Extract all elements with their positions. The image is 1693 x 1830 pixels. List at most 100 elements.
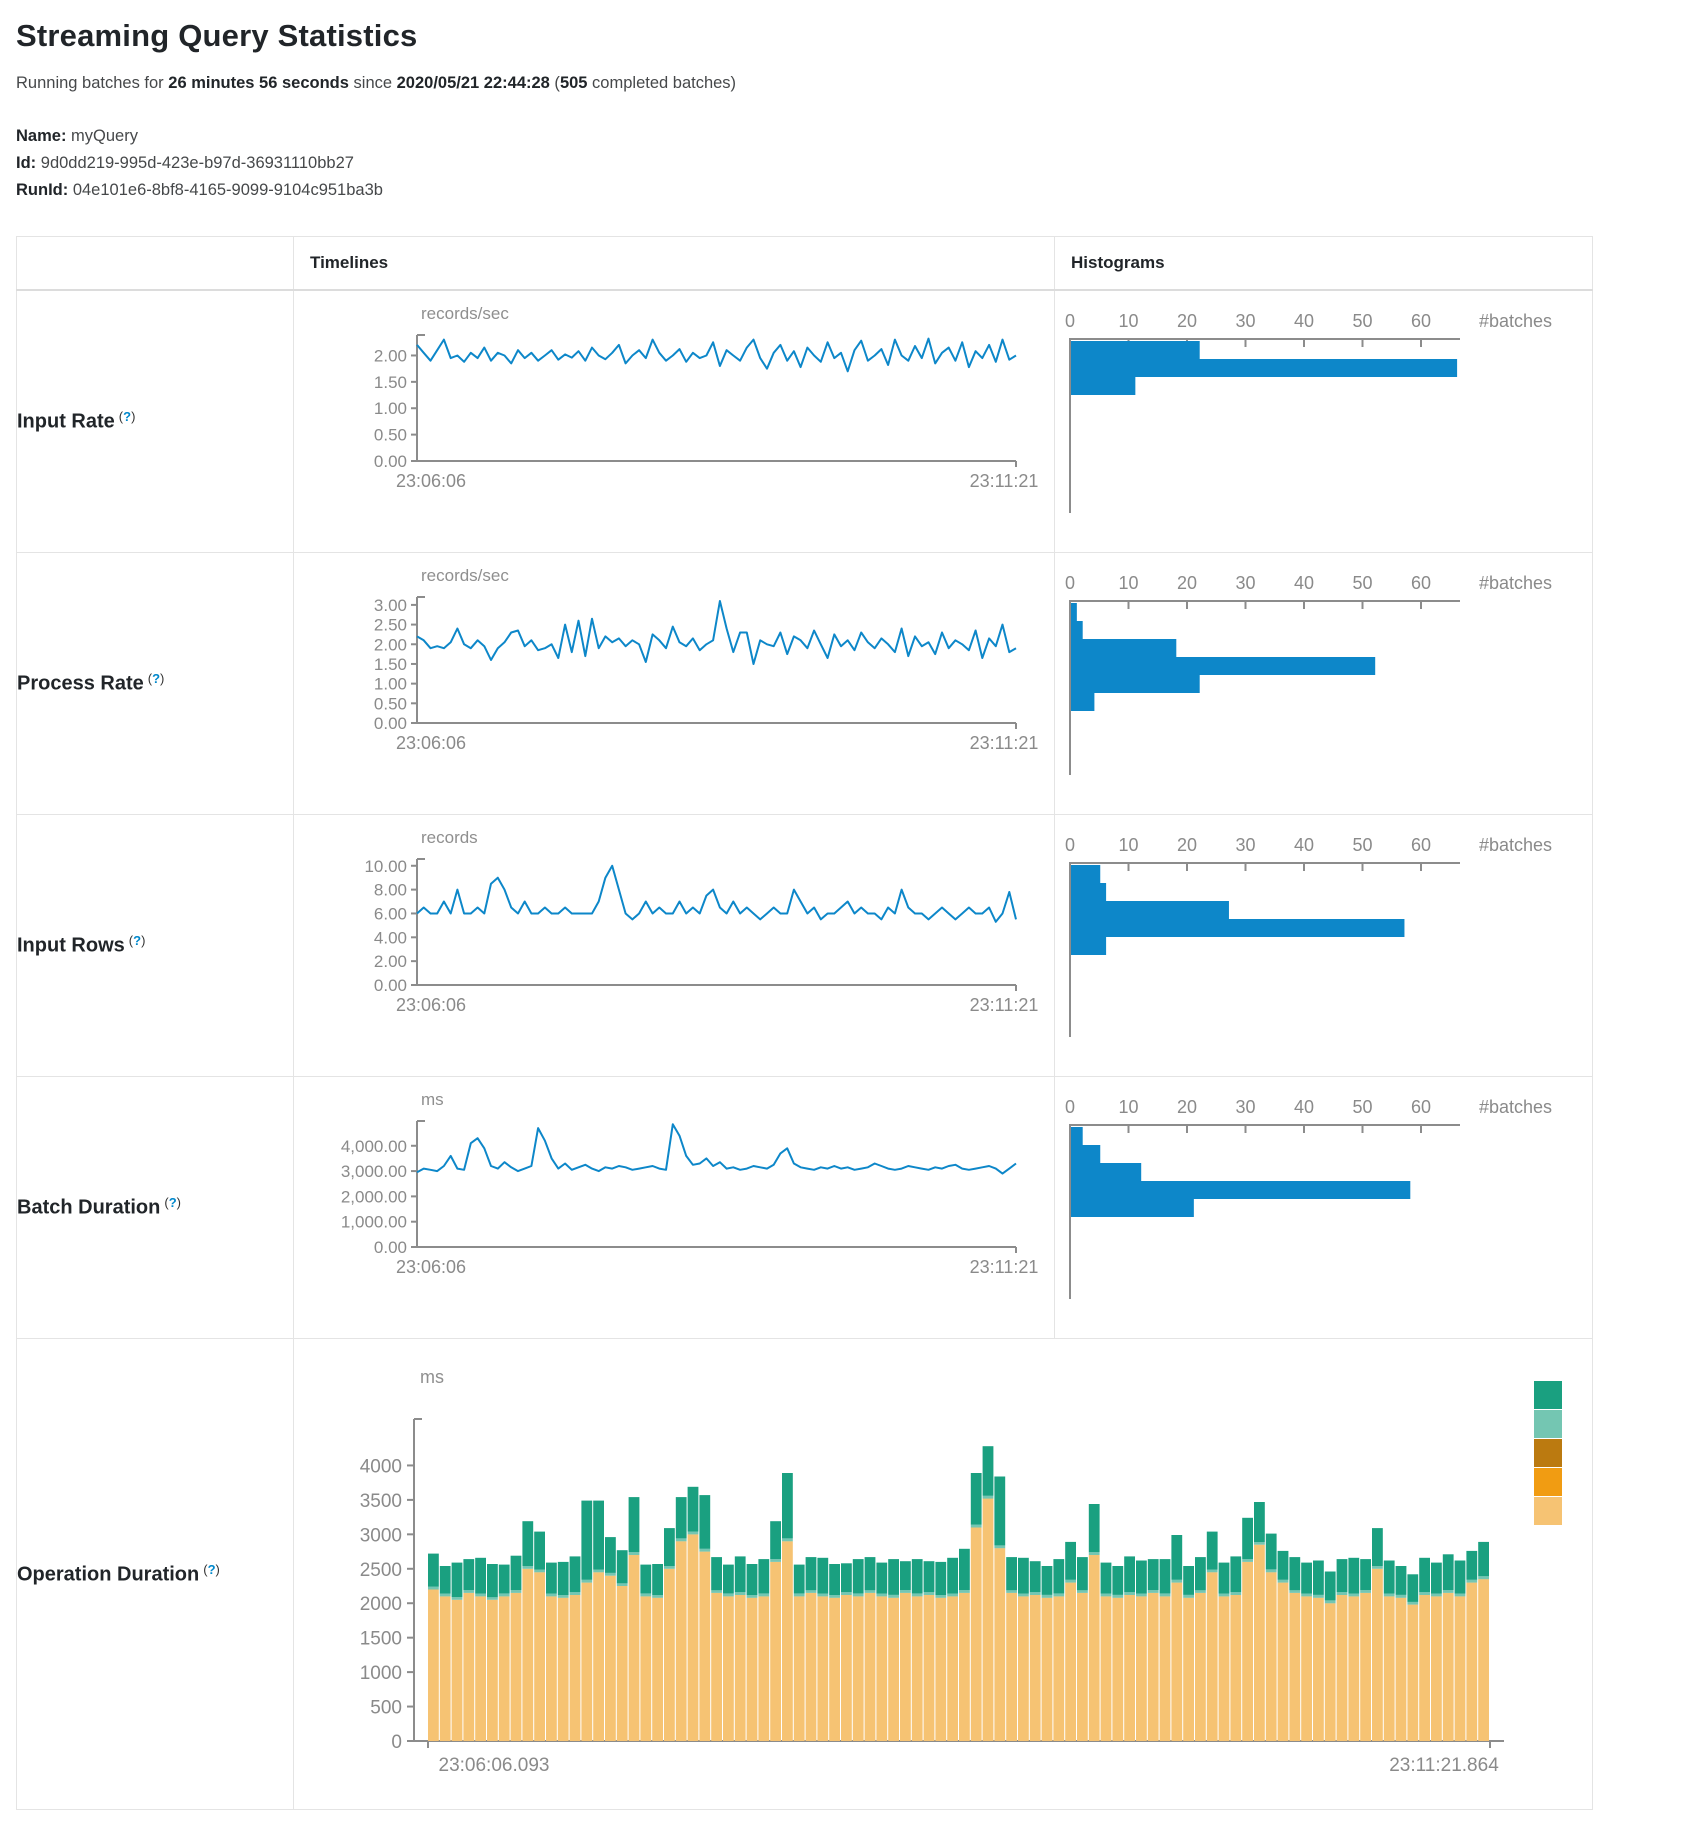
op-bar-segment [1360, 1590, 1371, 1593]
op-bar-segment [1112, 1566, 1123, 1595]
svg-text:10: 10 [1118, 1097, 1138, 1117]
op-bar-segment [888, 1559, 899, 1595]
op-bar-segment [463, 1593, 474, 1741]
op-bar-segment [1207, 1570, 1218, 1573]
svg-text:2500: 2500 [360, 1560, 402, 1581]
op-bar-segment [935, 1595, 946, 1598]
op-bar-segment [1455, 1596, 1466, 1741]
op-bar-segment [558, 1562, 569, 1595]
svg-text:2.00: 2.00 [374, 952, 407, 971]
op-bar-segment [1407, 1574, 1418, 1602]
op-bar-segment [1148, 1559, 1159, 1590]
op-bar-segment [758, 1594, 769, 1597]
op-bar-segment [1207, 1572, 1218, 1741]
svg-text:30: 30 [1235, 1097, 1255, 1117]
metric-row: Input Rate(?) records/sec0.000.501.001.5… [17, 290, 1593, 553]
op-bar-segment [876, 1594, 887, 1597]
op-bar-segment [688, 1532, 699, 1535]
histogram-chart: 0102030405060#batches [1055, 815, 1591, 1074]
timeline-chart: records/sec0.000.501.001.502.002.503.002… [294, 553, 1053, 812]
op-bar-segment [1207, 1532, 1218, 1570]
op-bar-segment [723, 1565, 734, 1594]
op-bar-segment [1136, 1594, 1147, 1597]
op-bar-segment [1219, 1596, 1230, 1741]
metric-label-cell: Input Rows(?) [17, 815, 294, 1077]
op-bar-segment [1466, 1583, 1477, 1741]
op-bar-segment [581, 1501, 592, 1580]
svg-text:500: 500 [370, 1698, 402, 1719]
help-tooltip-trigger[interactable]: (?) [119, 409, 136, 424]
op-bar-segment [605, 1573, 616, 1576]
histogram-cell: 0102030405060#batches [1055, 553, 1593, 815]
svg-text:10.00: 10.00 [364, 857, 407, 876]
metric-label-cell: Process Rate(?) [17, 553, 294, 815]
question-mark-icon: ? [123, 409, 131, 424]
metric-row: Process Rate(?) records/sec0.000.501.001… [17, 553, 1593, 815]
op-bar-segment [1301, 1563, 1312, 1594]
op-bar-segment [1171, 1580, 1182, 1583]
op-bar-segment [1160, 1594, 1171, 1597]
op-bar-segment [1089, 1552, 1100, 1555]
op-bar-segment [1313, 1595, 1324, 1598]
help-tooltip-trigger[interactable]: (?) [164, 1195, 181, 1210]
op-bar-segment [876, 1596, 887, 1741]
op-bar-segment [1053, 1596, 1064, 1741]
op-bar-segment [1124, 1592, 1135, 1595]
svg-text:40: 40 [1294, 1097, 1314, 1117]
op-bar-segment [1171, 1583, 1182, 1741]
question-mark-icon: ? [133, 933, 141, 948]
svg-text:20: 20 [1177, 835, 1197, 855]
timeline-cell: records0.002.004.006.008.0010.0023:06:06… [294, 815, 1055, 1077]
op-bar-segment [853, 1559, 864, 1593]
operation-duration-row: Operation Duration(?) ms0500100015002000… [17, 1339, 1593, 1810]
op-bar-segment [1348, 1594, 1359, 1597]
op-bar-segment [1030, 1595, 1041, 1741]
op-bar-segment [1372, 1566, 1383, 1569]
op-bar-segment [1230, 1592, 1241, 1595]
op-bar-segment [983, 1499, 994, 1742]
op-bar-segment [900, 1593, 911, 1741]
op-bar-segment [652, 1564, 663, 1595]
op-bar-segment [1325, 1572, 1336, 1601]
help-tooltip-trigger[interactable]: (?) [203, 1562, 220, 1577]
query-id-label: Id: [16, 154, 36, 172]
op-bar-segment [994, 1477, 1005, 1546]
completed-batches-count: 505 [560, 74, 588, 92]
op-bar-segment [629, 1497, 640, 1552]
op-bar-segment [1431, 1563, 1442, 1594]
svg-text:records/sec: records/sec [421, 304, 509, 323]
op-bar-segment [652, 1595, 663, 1598]
op-bar-segment [699, 1495, 710, 1549]
op-bar-segment [1018, 1558, 1029, 1594]
op-bar-segment [770, 1562, 781, 1741]
svg-text:3,000.00: 3,000.00 [341, 1162, 407, 1181]
op-bar-segment [1089, 1504, 1100, 1552]
op-bar-segment [794, 1596, 805, 1741]
op-bar-segment [959, 1593, 970, 1741]
op-bar-segment [758, 1596, 769, 1741]
help-tooltip-trigger[interactable]: (?) [129, 933, 146, 948]
op-bar-segment [581, 1580, 592, 1583]
op-bar-segment [947, 1594, 958, 1597]
op-bar-segment [1006, 1593, 1017, 1741]
op-bar-segment [1431, 1596, 1442, 1741]
op-bar-segment [758, 1559, 769, 1593]
op-bar-segment [593, 1570, 604, 1573]
op-bar-segment [428, 1587, 439, 1590]
op-bar-segment [1230, 1556, 1241, 1592]
op-bar-segment [452, 1597, 463, 1600]
svg-text:records/sec: records/sec [421, 566, 509, 585]
op-bar-segment [1372, 1569, 1383, 1741]
op-bar-segment [1254, 1542, 1265, 1545]
svg-text:0.50: 0.50 [374, 426, 407, 445]
svg-text:1.50: 1.50 [374, 373, 407, 392]
op-bar-segment [782, 1473, 793, 1538]
svg-text:40: 40 [1294, 835, 1314, 855]
op-bar-segment [546, 1563, 557, 1594]
op-bar-segment [971, 1527, 982, 1741]
metric-label-cell: Batch Duration(?) [17, 1077, 294, 1339]
op-bar-segment [570, 1556, 581, 1592]
svg-text:50: 50 [1352, 835, 1372, 855]
help-tooltip-trigger[interactable]: (?) [148, 671, 165, 686]
op-bar-segment [487, 1564, 498, 1597]
